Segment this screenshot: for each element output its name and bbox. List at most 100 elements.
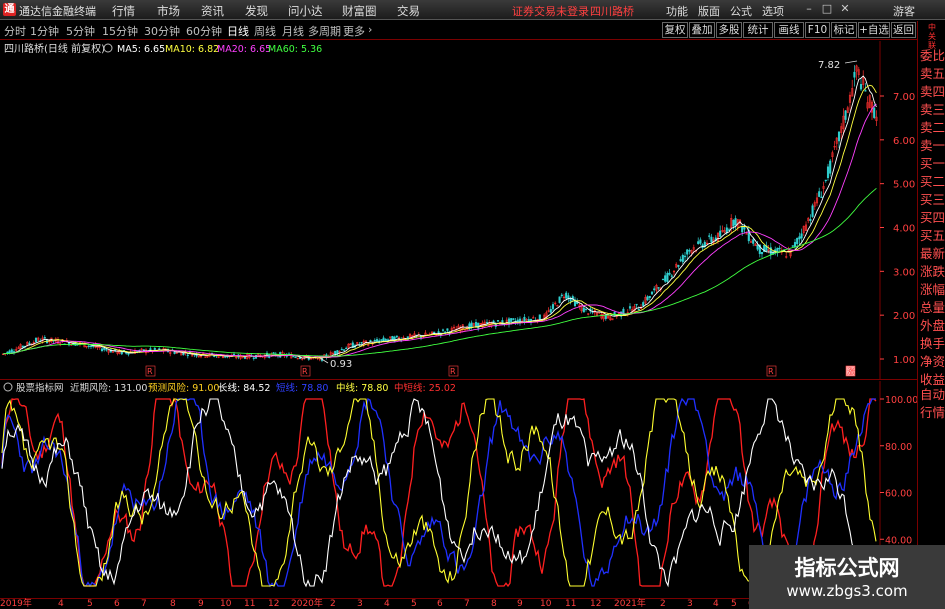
sidebar-item-buy1[interactable]: 买一 (920, 156, 945, 171)
sidebar-item-turnover[interactable]: 换手 (920, 336, 945, 351)
candle-body (853, 71, 856, 78)
sidebar-item-change[interactable]: 涨跌 (920, 264, 945, 279)
menu-item-wealth-circle[interactable]: 财富圈 (342, 3, 377, 19)
candle-body (657, 287, 660, 289)
more-chevron-icon[interactable]: › (368, 23, 372, 36)
sidebar-item-sell4[interactable]: 卖四 (920, 84, 945, 99)
x-tick: 9 (198, 599, 204, 609)
sidebar-top-label[interactable]: 中关联 (919, 23, 945, 50)
long-line (1, 398, 877, 589)
period-weekly[interactable]: 周线 (254, 23, 276, 39)
candle-body (648, 295, 651, 298)
sidebar-item-sell5[interactable]: 卖五 (920, 66, 945, 81)
candle-body (323, 354, 326, 356)
period-timeshare[interactable]: 分时 (4, 23, 26, 39)
ma60-line (2, 187, 877, 357)
candle-body (584, 308, 588, 310)
multi-stock-button[interactable]: 多股 (716, 22, 742, 38)
menu-item-layout[interactable]: 版面 (698, 3, 720, 19)
ma-settings-icon[interactable] (103, 43, 113, 53)
period-daily[interactable]: 日线 (227, 23, 249, 39)
close-icon[interactable]: ✕ (837, 1, 853, 17)
menu-item-news[interactable]: 资讯 (201, 3, 224, 19)
sidebar-item-change-pct[interactable]: 涨幅 (920, 282, 945, 297)
x-tick: 6 (437, 599, 443, 609)
menu-item-exchange[interactable]: 市场 (157, 3, 180, 19)
sidebar-item-latest[interactable]: 最新 (920, 246, 945, 261)
candle-body (829, 160, 832, 174)
sidebar-item-sell1[interactable]: 卖一 (920, 138, 945, 153)
candle-body (826, 166, 830, 178)
sidebar-item-outer[interactable]: 外盘 (920, 318, 945, 333)
candle-body (153, 347, 156, 351)
menu-item-options[interactable]: 选项 (762, 3, 784, 19)
f10-button[interactable]: F10 (805, 22, 830, 38)
menu-item-assistant[interactable]: 问小达 (288, 3, 323, 19)
period-multi[interactable]: 多周期 (308, 23, 341, 39)
app-title: 通达信金融终端 (19, 5, 96, 18)
candle-body (446, 328, 449, 331)
candle-body (437, 331, 440, 334)
sidebar-item-sell3[interactable]: 卖三 (920, 102, 945, 117)
sidebar-item-buy3[interactable]: 买三 (920, 192, 945, 207)
sidebar-item-volume[interactable]: 总量 (920, 300, 945, 315)
sidebar-item-buy4[interactable]: 买四 (920, 210, 945, 225)
candle-body (360, 342, 363, 344)
watermark-title: 指标公式网 (794, 556, 900, 580)
candle-body (538, 314, 541, 320)
candle-body (43, 337, 46, 339)
price-chart-panel[interactable]: 7.00 6.00 5.00 4.00 3.00 2.00 1.00 R R R R 涨 四川路桥(… (0, 41, 917, 380)
period-30min[interactable]: 30分钟 (144, 23, 180, 39)
period-1min[interactable]: 1分钟 (30, 23, 59, 39)
price-event-marker-label: R (768, 367, 774, 376)
maximize-icon[interactable]: □ (819, 1, 835, 17)
overlay-button[interactable]: 叠加 (689, 22, 715, 38)
adjust-button[interactable]: 复权 (662, 22, 688, 38)
draw-line-button[interactable]: 画线 (774, 22, 804, 38)
sidebar-item-sell2[interactable]: 卖二 (920, 120, 945, 135)
candle-body (664, 275, 667, 282)
mid-line (1, 398, 877, 587)
period-5min[interactable]: 5分钟 (66, 23, 95, 39)
high-price-label: 7.82 (818, 60, 840, 71)
period-monthly[interactable]: 月线 (282, 23, 304, 39)
guest-user[interactable]: 游客 (893, 3, 915, 19)
sidebar-item-buy5[interactable]: 买五 (920, 228, 945, 243)
add-watchlist-button[interactable]: +自选 (858, 22, 890, 38)
indicator-settings-icon[interactable] (3, 382, 13, 392)
menu-item-function[interactable]: 功能 (666, 3, 688, 19)
back-button[interactable]: 返回 (891, 22, 916, 38)
sidebar-item-quotes[interactable]: 行情 (920, 405, 945, 420)
sidebar-item-buy2[interactable]: 买二 (920, 174, 945, 189)
sidebar-item-earnings[interactable]: 收益 (920, 372, 945, 387)
x-tick: 9 (517, 599, 523, 609)
candle-body (699, 239, 702, 244)
statistics-button[interactable]: 统计 (743, 22, 773, 38)
period-60min[interactable]: 60分钟 (186, 23, 222, 39)
ma20-label: MA20: 6.65 (217, 44, 271, 55)
mid-line-label: 中线: 78.80 (336, 382, 388, 394)
x-tick: 5 (731, 599, 737, 609)
app-logo-icon: 通 (3, 3, 16, 16)
sidebar-item-net-assets[interactable]: 净资 (920, 354, 945, 369)
mark-button[interactable]: 标记 (831, 22, 857, 38)
period-more[interactable]: 更多 (343, 23, 365, 39)
candle-body (232, 353, 236, 356)
price-y-tick: 7.00 (893, 92, 915, 103)
indicator-name[interactable]: 股票指标网 (16, 382, 64, 394)
ma5-line (2, 75, 877, 359)
period-15min[interactable]: 15分钟 (102, 23, 138, 39)
minimize-icon[interactable]: – (801, 1, 817, 17)
x-tick: 2021年 (614, 599, 646, 609)
sidebar-item-auto[interactable]: 自动 (920, 387, 945, 402)
login-notice[interactable]: 证券交易未登录 (512, 3, 589, 19)
menu-item-trade[interactable]: 交易 (397, 3, 420, 19)
menu-item-discover[interactable]: 发现 (245, 3, 268, 19)
candle-body (510, 318, 513, 323)
menu-item-market[interactable]: 行情 (112, 3, 135, 19)
price-chart-svg[interactable]: 7.00 6.00 5.00 4.00 3.00 2.00 1.00 R R R R 涨 四川路桥(… (0, 41, 917, 380)
candle-body (688, 249, 691, 252)
candle-body (811, 205, 814, 217)
menu-item-formula[interactable]: 公式 (730, 3, 752, 19)
sidebar-item-weibi[interactable]: 委比 (920, 48, 945, 63)
